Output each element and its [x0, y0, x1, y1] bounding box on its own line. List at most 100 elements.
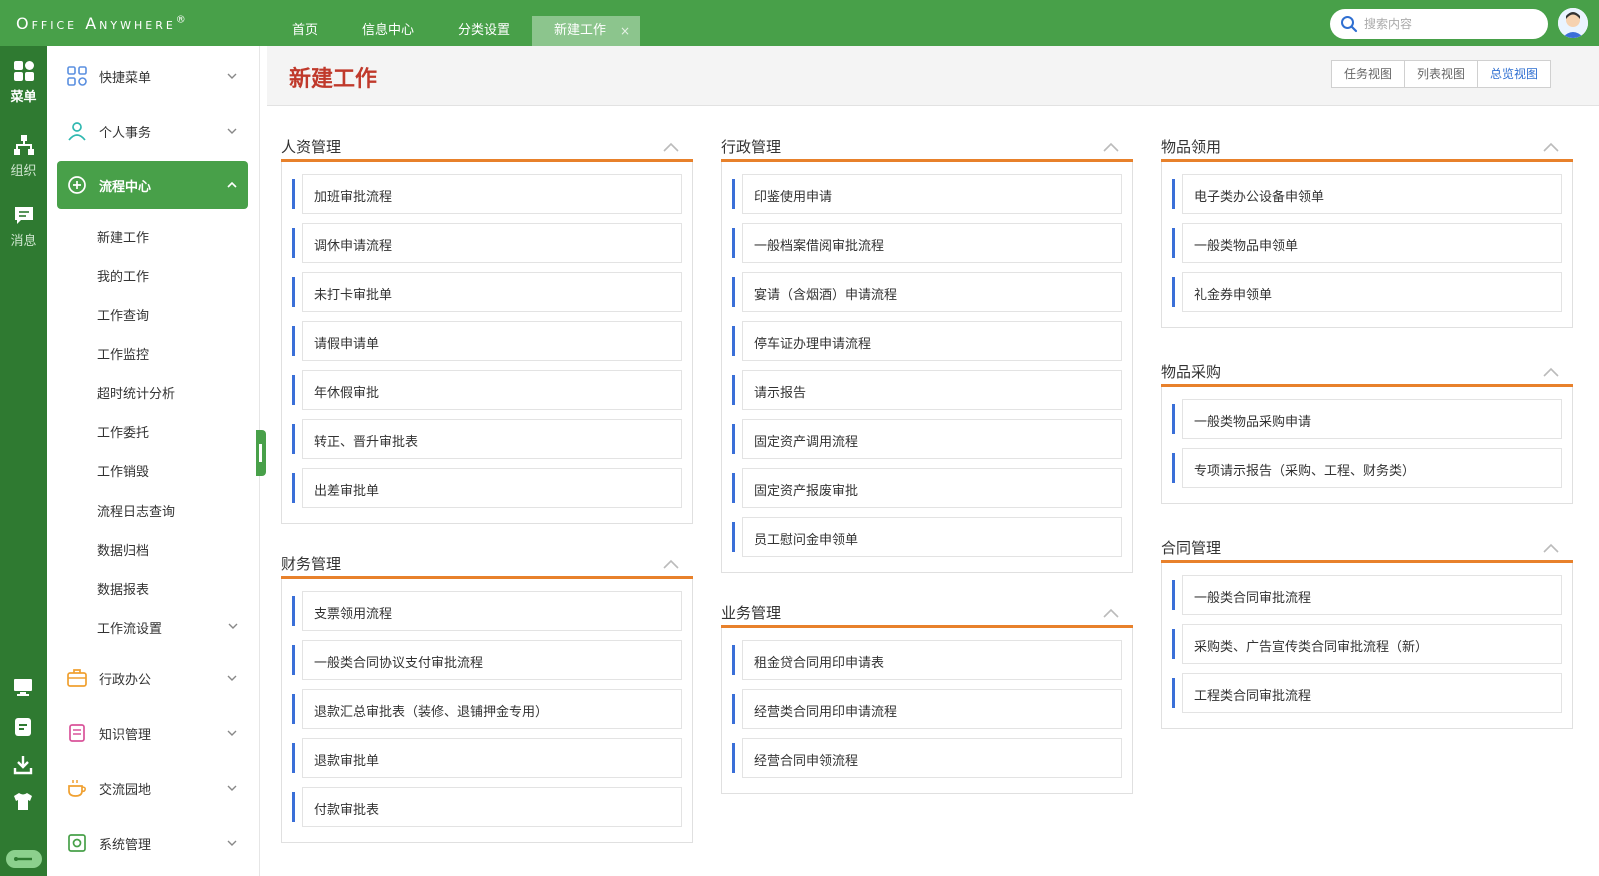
section-title: 财务管理 — [281, 555, 342, 573]
workflow-item[interactable]: 经营合同申领流程 — [732, 738, 1122, 778]
rail-item-org[interactable]: 组织 — [0, 134, 47, 179]
workflow-item[interactable]: 一般类物品申领单 — [1172, 223, 1562, 263]
workflow-item[interactable]: 礼金券申领单 — [1172, 272, 1562, 312]
section-body: 一般类物品采购申请 专项请示报告（采购、工程、财务类） — [1161, 387, 1573, 504]
download-icon[interactable] — [12, 754, 34, 776]
chevron-up-icon[interactable] — [1103, 608, 1119, 618]
tab-info-center[interactable]: 信息中心 — [340, 16, 436, 46]
item-accent-bar — [732, 645, 735, 675]
sidebar-group-community[interactable]: 交流园地 — [57, 764, 248, 812]
workflow-item-label: 转正、晋升审批表 — [314, 435, 419, 450]
workflow-item[interactable]: 电子类办公设备申领单 — [1172, 174, 1562, 214]
list-view-button[interactable]: 列表视图 — [1404, 60, 1479, 88]
tab-home[interactable]: 首页 — [270, 16, 340, 46]
sidebar-group-workflow[interactable]: 流程中心 — [57, 161, 248, 209]
workflow-item-label: 采购类、广告宣传类合同审批流程（新） — [1194, 640, 1429, 655]
monitor-icon[interactable] — [12, 676, 34, 698]
sidebar-item-work-monitor[interactable]: 工作监控 — [97, 344, 149, 363]
sidebar-item-timeout-stats[interactable]: 超时统计分析 — [97, 383, 175, 402]
workflow-item[interactable]: 印鉴使用申请 — [732, 174, 1122, 214]
chevron-up-icon[interactable] — [1543, 543, 1559, 553]
workflow-item[interactable]: 一般档案借阅审批流程 — [732, 223, 1122, 263]
workflow-item-label: 停车证办理申请流程 — [754, 337, 872, 352]
sidebar-group-knowledge[interactable]: 知识管理 — [57, 709, 248, 757]
workflow-item-label: 付款审批表 — [314, 803, 380, 818]
workflow-item[interactable]: 支票领用流程 — [292, 591, 682, 631]
sidebar-item-new-work[interactable]: 新建工作 — [97, 227, 149, 246]
tab-category-settings[interactable]: 分类设置 — [436, 16, 532, 46]
workflow-item[interactable]: 未打卡审批单 — [292, 272, 682, 312]
sidebar-item-data-report[interactable]: 数据报表 — [97, 579, 149, 598]
workflow-item[interactable]: 停车证办理申请流程 — [732, 321, 1122, 361]
rail-item-messages[interactable]: 消息 — [0, 204, 47, 249]
workflow-item-label: 宴请（含烟酒）申请流程 — [754, 288, 898, 303]
workflow-item-label: 一般档案借阅审批流程 — [754, 239, 885, 254]
item-accent-bar — [732, 277, 735, 307]
workflow-item[interactable]: 固定资产报废审批 — [732, 468, 1122, 508]
sidebar-item-workflow-settings[interactable]: 工作流设置 — [97, 618, 238, 637]
workflow-item[interactable]: 固定资产调用流程 — [732, 419, 1122, 459]
chevron-up-icon[interactable] — [1103, 142, 1119, 152]
workflow-item[interactable]: 年休假审批 — [292, 370, 682, 410]
page-header: 新建工作 任务视图 列表视图 总览视图 — [267, 46, 1599, 106]
task-view-button[interactable]: 任务视图 — [1331, 60, 1406, 88]
avatar[interactable] — [1558, 8, 1588, 38]
search-icon[interactable] — [1340, 15, 1358, 33]
note-icon[interactable] — [12, 716, 34, 738]
sidebar-item-work-destroy[interactable]: 工作销毁 — [97, 461, 149, 480]
workflow-item[interactable]: 调休申请流程 — [292, 223, 682, 263]
close-icon[interactable]: × — [620, 16, 630, 46]
workflow-item[interactable]: 请示报告 — [732, 370, 1122, 410]
sidebar-group-admin-office[interactable]: 行政办公 — [57, 654, 248, 702]
tab-new-work[interactable]: 新建工作 × — [532, 16, 641, 46]
workflow-item[interactable]: 员工慰问金申领单 — [732, 517, 1122, 557]
section-header: 物品采购 — [1161, 349, 1573, 387]
workflow-item[interactable]: 采购类、广告宣传类合同审批流程（新） — [1172, 624, 1562, 664]
sidebar-collapse-handle[interactable] — [256, 430, 266, 476]
sidebar-item-label: 工作流设置 — [97, 622, 163, 637]
workflow-item[interactable]: 工程类合同审批流程 — [1172, 673, 1562, 713]
sidebar-group-shortcuts[interactable]: 快捷菜单 — [57, 52, 248, 100]
sidebar-item-flow-log[interactable]: 流程日志查询 — [97, 501, 175, 520]
rail-item-menu[interactable]: 菜单 — [0, 60, 47, 105]
section-goods-purchase: 物品采购 一般类物品采购申请 专项请示报告（采购、工程、财务类） — [1161, 349, 1573, 504]
sidebar-group-personal[interactable]: 个人事务 — [57, 107, 248, 155]
org-icon — [13, 135, 34, 155]
search-input[interactable] — [1364, 14, 1534, 34]
item-accent-bar — [732, 743, 735, 773]
sidebar-group-system[interactable]: 系统管理 — [57, 819, 248, 867]
item-accent-bar — [292, 645, 295, 675]
workflow-item[interactable]: 转正、晋升审批表 — [292, 419, 682, 459]
sidebar-item-work-query[interactable]: 工作查询 — [97, 305, 149, 324]
workflow-item[interactable]: 租金贷合同用印申请表 — [732, 640, 1122, 680]
chevron-up-icon[interactable] — [1543, 367, 1559, 377]
workflow-item[interactable]: 宴请（含烟酒）申请流程 — [732, 272, 1122, 312]
page-title: 新建工作 — [289, 67, 378, 92]
chevron-up-icon[interactable] — [663, 559, 679, 569]
item-accent-bar — [732, 424, 735, 454]
workflow-item[interactable]: 请假申请单 — [292, 321, 682, 361]
workflow-item[interactable]: 退款审批单 — [292, 738, 682, 778]
chevron-up-icon[interactable] — [663, 142, 679, 152]
workflow-item[interactable]: 一般类合同审批流程 — [1172, 575, 1562, 615]
workflow-item[interactable]: 付款审批表 — [292, 787, 682, 827]
shirt-icon[interactable] — [12, 790, 34, 812]
person-icon — [68, 122, 86, 141]
workflow-item[interactable]: 出差审批单 — [292, 468, 682, 508]
sidebar-item-my-work[interactable]: 我的工作 — [97, 266, 149, 285]
item-accent-bar — [732, 228, 735, 258]
workflow-item[interactable]: 退款汇总审批表（装修、退铺押金专用） — [292, 689, 682, 729]
toggle-icon[interactable] — [6, 850, 42, 868]
sidebar-item-work-delegate[interactable]: 工作委托 — [97, 422, 149, 441]
overview-view-button[interactable]: 总览视图 — [1477, 60, 1552, 88]
workflow-item-label: 退款审批单 — [314, 754, 380, 769]
workflow-item[interactable]: 一般类物品采购申请 — [1172, 399, 1562, 439]
workflow-item[interactable]: 一般类合同协议支付审批流程 — [292, 640, 682, 680]
workflow-item-label: 出差审批单 — [314, 484, 380, 499]
workflow-item[interactable]: 专项请示报告（采购、工程、财务类） — [1172, 448, 1562, 488]
workflow-item[interactable]: 加班审批流程 — [292, 174, 682, 214]
sidebar-item-data-archive[interactable]: 数据归档 — [97, 540, 149, 559]
item-accent-bar — [1172, 678, 1175, 708]
workflow-item[interactable]: 经营类合同用印申请流程 — [732, 689, 1122, 729]
chevron-up-icon[interactable] — [1543, 142, 1559, 152]
